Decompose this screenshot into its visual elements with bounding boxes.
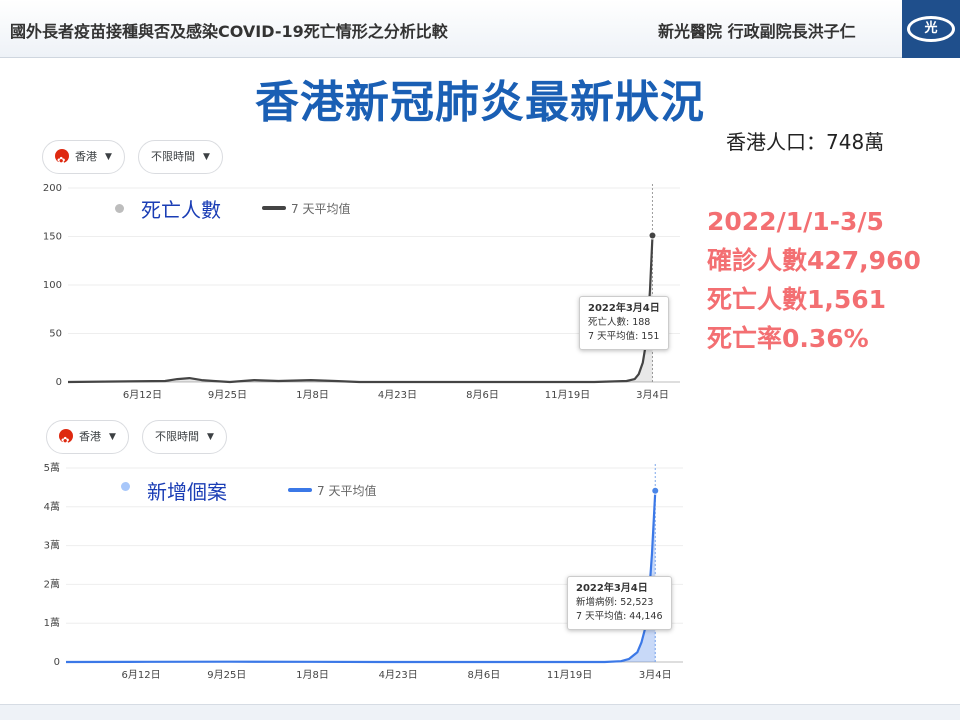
stats-block: 2022/1/1-3/5 確診人數427,960 死亡人數1,561 死亡率0.…: [707, 202, 921, 358]
y-tick-label: 0: [56, 377, 62, 388]
x-tick-label: 6月12日: [123, 389, 162, 401]
x-tick-label: 1月8日: [296, 669, 329, 681]
highlight-point: [651, 486, 660, 495]
x-tick-label: 4月23日: [379, 669, 418, 681]
x-tick-label: 11月19日: [547, 669, 592, 681]
slide-footer: [0, 704, 960, 720]
x-tick-label: 3月4日: [639, 669, 672, 681]
x-tick-label: 3月4日: [636, 389, 669, 401]
tooltip-date: 2022年3月4日: [576, 583, 648, 594]
tooltip-series: 死亡人數: 188: [588, 317, 651, 328]
deaths-chart-panel: 香港▼ 不限時間▼ 死亡人數 7 天平均值 0501001502006月12日9…: [20, 130, 700, 410]
header-title: 國外長者疫苗接種與否及感染COVID-19死亡情形之分析比較: [10, 22, 448, 41]
avg-area: [68, 235, 653, 382]
highlight-point: [648, 231, 657, 240]
deaths-chart-svg: 0 50 100 150 200 6月12日 9月25日 1月8日 4月23日 8月6日 11月19…: [43, 183, 680, 401]
y-tick-label: 1萬: [44, 616, 60, 629]
population-label: 香港人口：748萬: [726, 130, 885, 154]
y-tick-label: 50: [49, 329, 62, 340]
x-tick-label: 8月6日: [466, 389, 499, 401]
x-tick-label: 1月8日: [296, 389, 329, 401]
main-title: 香港新冠肺炎最新狀況: [255, 77, 705, 128]
chart-tooltip: 2022年3月4日 死亡人數: 188 7 天平均值: 151: [579, 296, 669, 350]
tooltip-series: 新增病例: 52,523: [576, 597, 654, 608]
chart-tooltip: 2022年3月4日 新增病例: 52,523 7 天平均值: 44,146: [567, 576, 672, 630]
cases-chart-svg: 0 1萬 2萬 3萬 4萬 5萬 6月12日 9月25日 1月8日 4月23日 8月6日 11月19日…: [44, 461, 683, 681]
x-tick-label: 11月19日: [545, 389, 590, 401]
x-tick-label: 6月12日: [122, 669, 161, 681]
hospital-logo: 光: [902, 0, 960, 58]
stat-confirmed: 確診人數427,960: [707, 246, 921, 275]
y-tick-label: 5萬: [44, 461, 60, 474]
tooltip-date: 2022年3月4日: [588, 303, 660, 314]
y-tick-label: 150: [43, 232, 62, 243]
avg-series-line: [67, 235, 654, 384]
tooltip-avg: 7 天平均值: 44,146: [576, 611, 663, 622]
stat-period: 2022/1/1-3/5: [707, 207, 884, 236]
logo-text: 光: [924, 21, 938, 36]
y-tick-label: 4萬: [44, 500, 60, 513]
x-tick-label: 9月25日: [207, 669, 246, 681]
slide-header: 國外長者疫苗接種與否及感染COVID-19死亡情形之分析比較 新光醫院 行政副院…: [0, 0, 960, 58]
tooltip-avg: 7 天平均值: 151: [588, 331, 660, 342]
y-tick-label: 0: [54, 657, 60, 668]
y-tick-label: 3萬: [44, 539, 60, 552]
x-tick-label: 4月23日: [378, 389, 417, 401]
y-tick-label: 100: [43, 280, 62, 291]
x-tick-label: 9月25日: [208, 389, 247, 401]
y-tick-label: 2萬: [44, 577, 60, 590]
stat-deaths: 死亡人數1,561: [707, 285, 887, 314]
stat-fatality-rate: 死亡率0.36%: [707, 324, 869, 353]
header-author: 新光醫院 行政副院長洪子仁: [658, 22, 856, 41]
y-tick-label: 200: [43, 183, 62, 194]
cases-chart-panel: 香港▼ 不限時間▼ 新增個案 7 天平均值 01萬2萬3萬4萬5萬6月12日9月…: [20, 412, 700, 690]
x-tick-label: 8月6日: [467, 669, 500, 681]
